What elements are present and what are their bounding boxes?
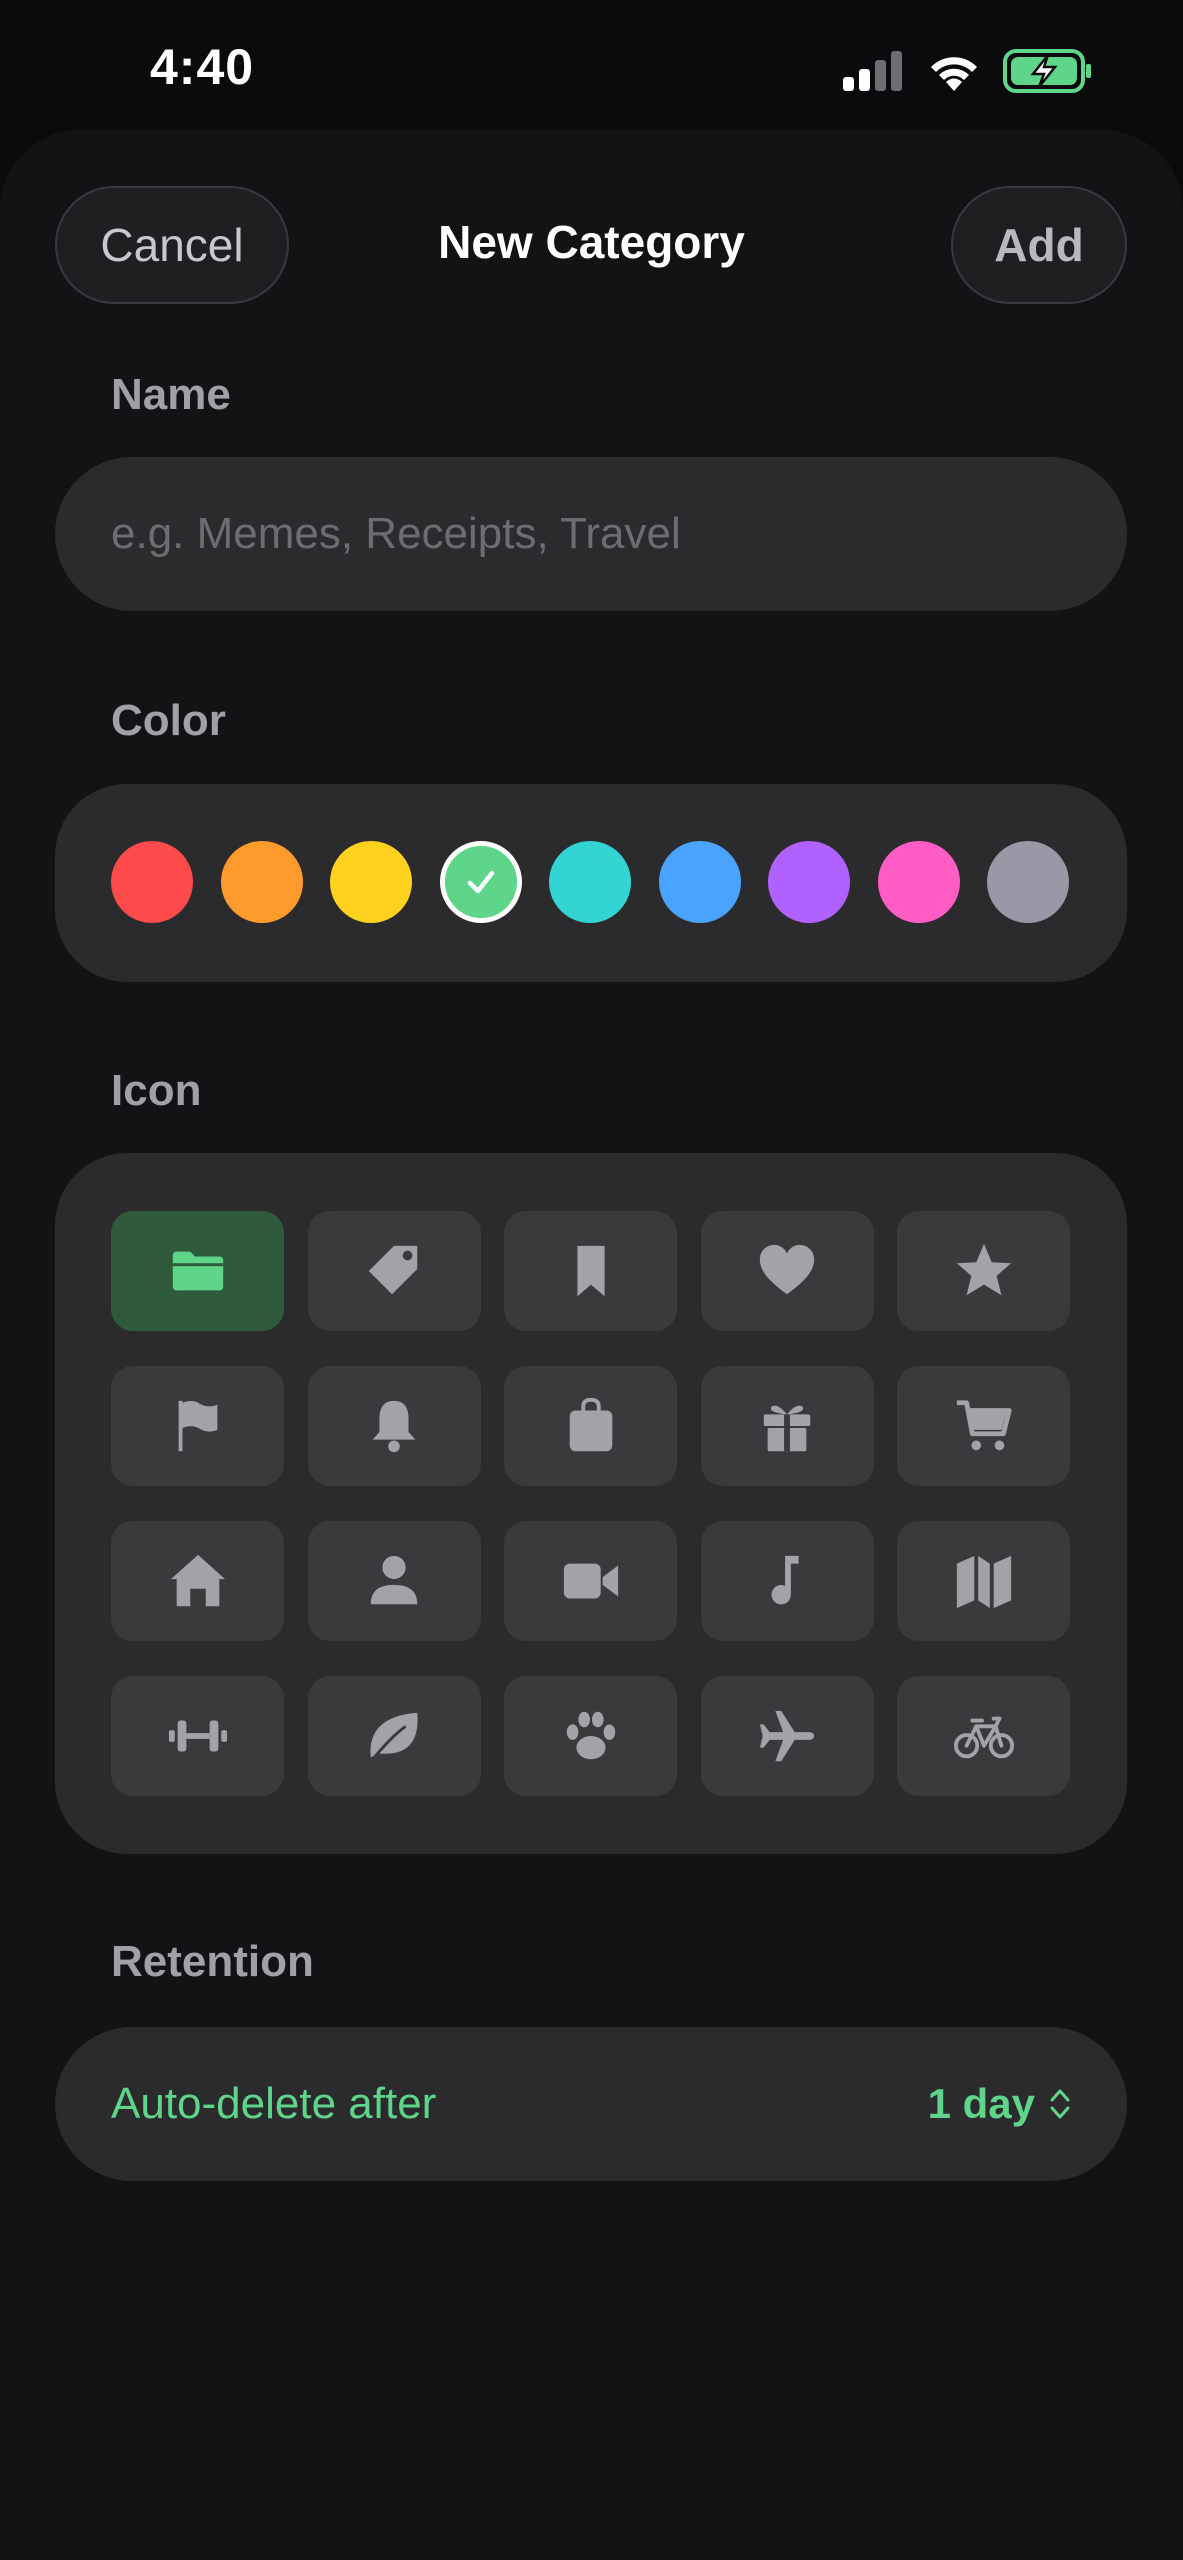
status-icons xyxy=(843,44,1093,98)
battery-charging-icon xyxy=(1003,49,1091,93)
chevron-up-down-icon xyxy=(1050,2089,1070,2119)
icon-option-tag[interactable] xyxy=(307,1211,481,1331)
icon-option-house[interactable] xyxy=(111,1521,284,1641)
icon-option-dumbbell[interactable] xyxy=(111,1676,284,1796)
icon-option-cart[interactable] xyxy=(897,1366,1070,1486)
status-time: 4:40 xyxy=(150,39,255,95)
icon-section-label: Icon xyxy=(111,1066,202,1115)
color-swatch[interactable] xyxy=(987,841,1069,923)
retention-picker[interactable]: Auto-delete after 1 day xyxy=(55,2027,1127,2181)
person-icon xyxy=(370,1555,418,1605)
icon-option-bicycle[interactable] xyxy=(897,1676,1070,1796)
video-icon xyxy=(563,1563,618,1599)
gift-icon xyxy=(763,1405,811,1452)
bookmark-icon xyxy=(576,1245,605,1297)
color-swatch[interactable] xyxy=(877,841,960,923)
status-bar: 4:40 xyxy=(0,0,1183,130)
icon-option-paw[interactable] xyxy=(504,1676,677,1796)
color-swatch[interactable] xyxy=(220,841,303,923)
icon-option-bookmark[interactable] xyxy=(504,1211,677,1331)
name-input[interactable] xyxy=(55,457,1127,611)
signal-icon xyxy=(843,51,902,91)
icon-option-leaf[interactable] xyxy=(307,1676,481,1796)
icon-option-folder[interactable] xyxy=(111,1211,284,1331)
paw-icon xyxy=(566,1711,615,1760)
wifi-icon xyxy=(931,57,977,91)
add-button[interactable]: Add xyxy=(951,186,1127,304)
icon-option-gift[interactable] xyxy=(700,1366,874,1486)
map-icon xyxy=(956,1555,1011,1609)
color-swatch-row xyxy=(111,841,1071,923)
icon-option-bell[interactable] xyxy=(307,1366,481,1486)
icon-option-heart[interactable] xyxy=(700,1211,874,1331)
retention-value-text: 1 day xyxy=(927,2080,1035,2127)
icon-option-star[interactable] xyxy=(897,1211,1070,1331)
color-swatch[interactable] xyxy=(549,841,631,923)
color-swatch[interactable] xyxy=(111,841,193,923)
cart-icon xyxy=(956,1400,1012,1451)
color-swatch[interactable] xyxy=(330,841,412,923)
star-icon xyxy=(956,1243,1011,1296)
flag-icon xyxy=(178,1400,217,1452)
color-swatch[interactable] xyxy=(658,841,741,923)
icon-option-flag[interactable] xyxy=(111,1366,284,1486)
name-section-label: Name xyxy=(111,370,231,419)
checkmark-icon xyxy=(467,870,494,894)
icon-option-video[interactable] xyxy=(504,1521,677,1641)
folder-icon xyxy=(172,1251,223,1291)
airplane-icon xyxy=(759,1710,815,1762)
bag-icon xyxy=(569,1397,612,1452)
color-section-label: Color xyxy=(111,696,226,745)
color-swatch[interactable] xyxy=(439,841,522,923)
retention-section-label: Retention xyxy=(111,1937,314,1986)
color-swatch[interactable] xyxy=(768,841,850,923)
retention-row-label: Auto-delete after xyxy=(111,2079,437,2128)
tag-icon xyxy=(368,1245,418,1295)
bicycle-icon xyxy=(953,1716,1014,1759)
icon-option-bag[interactable] xyxy=(504,1366,677,1486)
icon-option-airplane[interactable] xyxy=(700,1676,874,1796)
music-note-icon xyxy=(771,1555,799,1605)
icon-option-person[interactable] xyxy=(307,1521,481,1641)
house-icon xyxy=(170,1554,225,1607)
heart-icon xyxy=(759,1244,815,1295)
bell-icon xyxy=(372,1400,416,1453)
icon-option-map[interactable] xyxy=(897,1521,1070,1641)
icon-option-music-note[interactable] xyxy=(700,1521,874,1641)
leaf-icon xyxy=(370,1712,418,1761)
retention-value: 1 day xyxy=(928,2080,1071,2128)
dumbbell-icon xyxy=(168,1720,227,1752)
